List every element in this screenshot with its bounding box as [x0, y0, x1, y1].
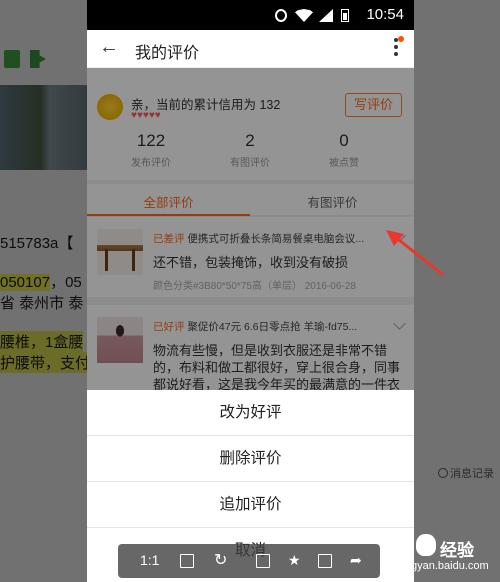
battery-icon [341, 9, 349, 22]
star-icon[interactable]: ★ [288, 552, 301, 569]
app-bar: ← 我的评价 [87, 30, 414, 68]
fit-screen-icon[interactable] [180, 554, 194, 568]
watermark: Bai 经验 jingyan.baidu.com [370, 534, 500, 582]
save-icon[interactable] [256, 554, 270, 568]
review-content: 亲，当前的累计信用为 132 ♥♥♥♥♥ 写评价 122 发布评价 2 有图评价… [87, 68, 414, 582]
watermark-brand: Bai [380, 536, 407, 555]
wifi-icon [295, 9, 313, 22]
delete-review-button[interactable]: 删除评价 [87, 436, 414, 482]
status-bar: 10:54 [87, 0, 414, 30]
back-arrow-icon[interactable]: ← [99, 36, 119, 59]
copy-icon[interactable] [318, 554, 332, 568]
status-time: 10:54 [366, 6, 404, 23]
phone-screen: 10:54 ← 我的评价 亲，当前的累计信用为 132 ♥♥♥♥♥ 写评价 12… [87, 0, 414, 582]
annotation-arrow-icon [386, 230, 444, 276]
share-icon[interactable]: ➦ [350, 552, 362, 569]
notification-dot [398, 36, 404, 42]
actual-size-button[interactable]: 1:1 [140, 552, 159, 568]
image-viewer-toolbar: 1:1 ↻ ★ ➦ [118, 544, 380, 578]
watermark-url: jingyan.baidu.com [400, 560, 489, 572]
alarm-icon [275, 9, 287, 22]
page-title: 我的评价 [135, 45, 200, 62]
rotate-icon[interactable]: ↻ [214, 550, 227, 570]
append-review-button[interactable]: 追加评价 [87, 482, 414, 528]
change-to-positive-button[interactable]: 改为好评 [87, 390, 414, 436]
signal-icon [319, 9, 333, 22]
screenshot-frame: 515783a【 050107，05 省 泰州市 泰 腰椎，1盒腰 护腰带，支付… [0, 0, 500, 582]
watermark-sub: 经验 [440, 541, 474, 560]
baidu-paw-icon [416, 534, 436, 556]
